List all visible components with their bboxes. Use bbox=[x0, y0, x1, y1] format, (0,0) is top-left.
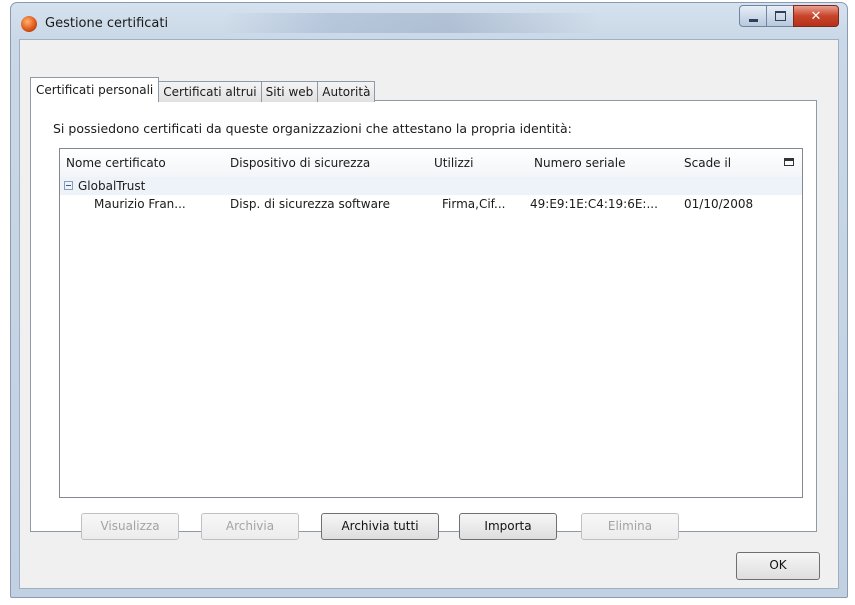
backup-all-button-label: Archivia tutti bbox=[341, 519, 419, 533]
delete-button-label: Elimina bbox=[607, 519, 653, 533]
close-button[interactable]: ✕ bbox=[793, 5, 839, 27]
table-row[interactable]: Maurizio Fran... Disp. di sicurezza soft… bbox=[60, 195, 802, 213]
maximize-button[interactable] bbox=[766, 5, 794, 27]
tab-other-certificates[interactable]: Certificati altrui bbox=[158, 81, 262, 102]
maximize-icon bbox=[774, 11, 786, 21]
ok-button[interactable]: OK bbox=[736, 552, 820, 580]
minimize-icon bbox=[748, 18, 758, 22]
import-button[interactable]: Importa bbox=[459, 513, 557, 540]
backup-button[interactable]: Archivia bbox=[201, 513, 299, 540]
view-button-label: Visualizza bbox=[100, 519, 160, 533]
cell-certificate-name: Maurizio Fran... bbox=[94, 197, 186, 211]
cell-usage: Firma,Cif... bbox=[442, 197, 506, 211]
certificate-manager-window: Gestione certificati ✕ Certificati perso… bbox=[10, 2, 848, 598]
column-header-name[interactable]: Nome certificato bbox=[66, 156, 166, 170]
ok-button-label: OK bbox=[769, 558, 787, 572]
group-name: GlobalTrust bbox=[78, 179, 146, 193]
column-picker-icon[interactable] bbox=[784, 158, 794, 166]
dialog-client-area: Certificati personali Certificati altrui… bbox=[19, 39, 839, 589]
title-bar[interactable]: Gestione certificati ✕ bbox=[11, 3, 847, 37]
backup-all-button[interactable]: Archivia tutti bbox=[321, 513, 439, 540]
caption-buttons: ✕ bbox=[739, 5, 839, 27]
column-header-expires[interactable]: Scade il bbox=[684, 156, 731, 170]
tab-personal-certificates[interactable]: Certificati personali bbox=[30, 77, 160, 102]
column-header-device[interactable]: Dispositivo di sicurezza bbox=[230, 156, 370, 170]
delete-button[interactable]: Elimina bbox=[581, 513, 679, 540]
cell-expiry-date: 01/10/2008 bbox=[684, 197, 754, 211]
tab-authorities[interactable]: Autorità bbox=[317, 81, 376, 102]
cell-serial-number: 49:E9:1E:C4:19:6E:... bbox=[530, 197, 658, 211]
view-button[interactable]: Visualizza bbox=[81, 513, 179, 540]
column-header-row: Nome certificato Dispositivo di sicurezz… bbox=[60, 149, 802, 178]
tab-websites[interactable]: Siti web bbox=[260, 81, 319, 102]
close-icon: ✕ bbox=[810, 8, 822, 24]
tab-strip: Certificati personali Certificati altrui… bbox=[30, 77, 376, 102]
minimize-button[interactable] bbox=[739, 5, 767, 27]
column-header-usage[interactable]: Utilizzi bbox=[434, 156, 473, 170]
window-title: Gestione certificati bbox=[45, 16, 169, 31]
collapse-icon[interactable] bbox=[64, 181, 73, 190]
tree-group-row[interactable]: GlobalTrust bbox=[60, 177, 802, 195]
import-button-label: Importa bbox=[484, 519, 532, 533]
app-icon bbox=[21, 16, 37, 32]
intro-text: Si possiedono certificati da queste orga… bbox=[53, 121, 572, 136]
cell-security-device: Disp. di sicurezza software bbox=[230, 197, 390, 211]
tab-panel: Si possiedono certificati da queste orga… bbox=[30, 100, 817, 540]
certificate-tree[interactable]: Nome certificato Dispositivo di sicurezz… bbox=[59, 148, 803, 498]
title-bar-glass bbox=[221, 13, 601, 33]
column-header-serial[interactable]: Numero seriale bbox=[534, 156, 625, 170]
backup-button-label: Archivia bbox=[225, 519, 275, 533]
